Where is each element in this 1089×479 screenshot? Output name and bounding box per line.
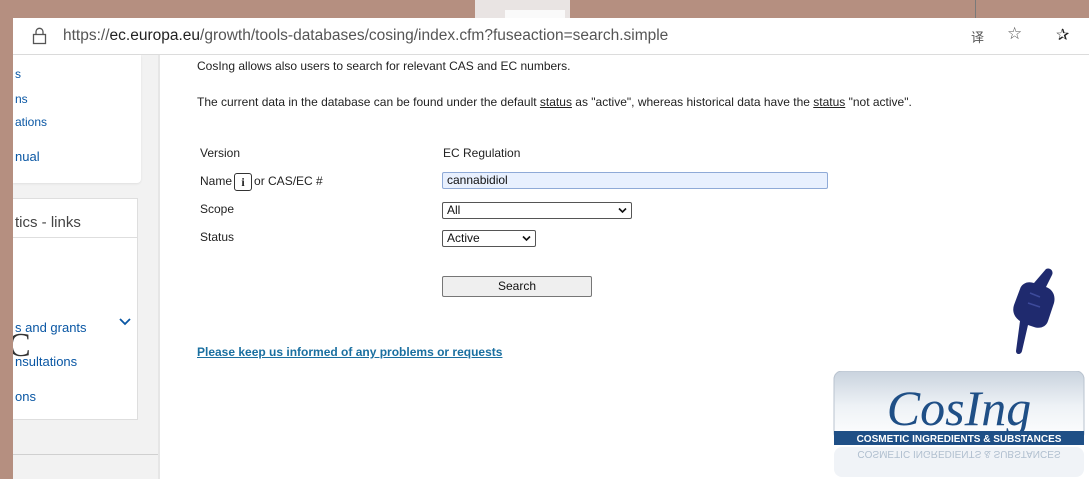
chevron-down-icon xyxy=(618,207,627,214)
info-icon[interactable]: i xyxy=(234,173,253,191)
version-label: Version xyxy=(200,146,241,160)
sidebar-links-box: s ns ations nual xyxy=(13,55,141,183)
window-tab-notch-inner xyxy=(505,10,565,18)
url-text[interactable]: https://ec.europa.eu/growth/tools-databa… xyxy=(63,27,668,45)
url-prefix: https:// xyxy=(63,27,110,44)
scope-select-value: All xyxy=(447,203,461,217)
favorites-icon[interactable]: ✰ xyxy=(1056,25,1069,45)
url-path: /growth/tools-databases/cosing/index.cfm… xyxy=(200,27,669,44)
intro-text-part-c: "not active". xyxy=(845,95,912,109)
status-label: Status xyxy=(200,230,235,244)
status-link-1[interactable]: status xyxy=(540,95,572,109)
logo-reflection: COSMETIC INGREDIENTS & SUBSTANCES xyxy=(857,448,1061,459)
address-bar[interactable]: https://ec.europa.eu/growth/tools-databa… xyxy=(13,18,1089,55)
intro-text-part-b: as "active", whereas historical data hav… xyxy=(571,95,814,109)
pointing-hand-icon xyxy=(1013,268,1055,354)
logo-subtitle: COSMETIC INGREDIENTS & SUBSTANCES xyxy=(857,434,1062,445)
sidebar-border xyxy=(158,55,160,479)
search-button[interactable]: Search xyxy=(442,276,592,297)
version-value: EC Regulation xyxy=(443,146,521,160)
sidebar-link-3[interactable]: ations xyxy=(15,115,47,129)
name-label-suffix: or CAS/EC # xyxy=(254,174,323,189)
sidebar-link-1[interactable]: s xyxy=(15,67,21,81)
chevron-down-icon[interactable] xyxy=(119,317,131,327)
logo-title: CosIng xyxy=(887,380,1031,436)
intro-text-status: The current data in the database can be … xyxy=(197,95,912,109)
chevron-down-icon xyxy=(522,235,531,242)
sidebar-link-other[interactable]: ons xyxy=(15,389,36,404)
scope-label: Scope xyxy=(200,202,235,216)
name-label: Name xyxy=(200,174,233,189)
sidebar-link-manual[interactable]: nual xyxy=(15,149,40,164)
status-select[interactable]: Active xyxy=(442,230,536,247)
sidebar-topics-box: tics - links s and grants nsultations on… xyxy=(13,198,138,420)
intro-text-part-a: The current data in the database can be … xyxy=(197,95,540,109)
sidebar-link-2[interactable]: ns xyxy=(15,92,28,106)
window-divider xyxy=(975,0,976,18)
url-domain: ec.europa.eu xyxy=(109,27,201,44)
status-link-2[interactable]: status xyxy=(813,95,845,109)
sidebar-topics-header: tics - links xyxy=(13,199,137,238)
scope-select[interactable]: All xyxy=(442,202,632,219)
translate-icon[interactable]: 译 xyxy=(971,27,984,46)
intro-text-cas: CosIng allows also users to search for r… xyxy=(197,59,571,73)
sidebar-topics-title: tics - links xyxy=(15,214,81,231)
feedback-link[interactable]: Please keep us informed of any problems … xyxy=(197,345,502,359)
cosing-logo: CosIng COSMETIC INGREDIENTS & SUBSTANCES… xyxy=(833,371,1085,477)
status-select-value: Active xyxy=(447,231,480,245)
name-search-input[interactable]: cannabidiol xyxy=(442,172,828,189)
sidebar-divider xyxy=(13,454,158,455)
name-label-row: Name i or CAS/EC # xyxy=(200,173,323,191)
star-icon[interactable]: ☆ xyxy=(1007,24,1022,44)
lock-icon[interactable] xyxy=(32,27,47,45)
window-frame-left xyxy=(0,0,13,479)
